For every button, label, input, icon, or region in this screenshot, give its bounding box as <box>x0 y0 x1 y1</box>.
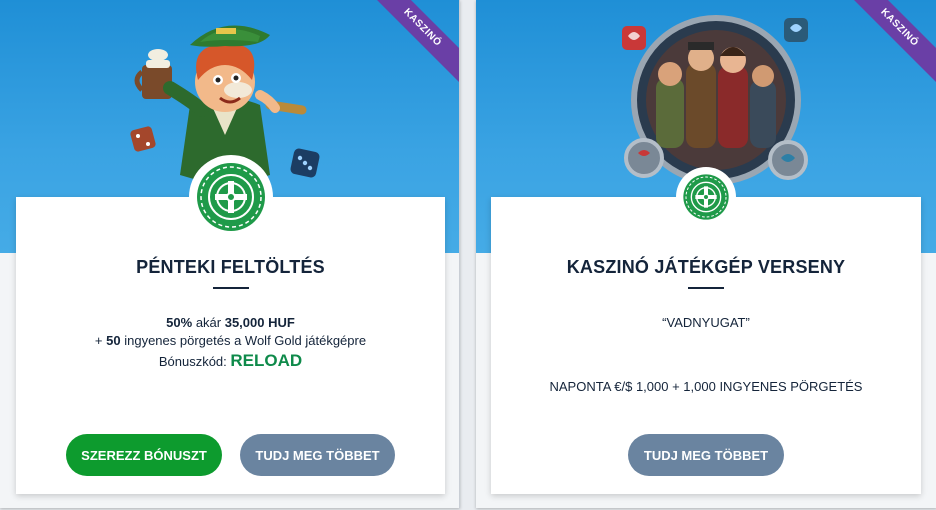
promo-title: PÉNTEKI FELTÖLTÉS <box>136 257 325 277</box>
bonus-code-line: Bónuszkód: RELOAD <box>16 351 445 371</box>
promo-info-card: KASZINÓ JÁTÉKGÉP VERSENY “VADNYUGAT” NAP… <box>491 167 921 494</box>
offer-line-2: + 50 ingyenes pörgetés a Wolf Gold játék… <box>16 333 445 348</box>
wild-west-characters-illustration <box>622 15 808 185</box>
title-divider <box>688 287 724 289</box>
learn-more-button[interactable]: TUDJ MEG TÖBBET <box>240 434 395 476</box>
casino-ribbon: KASZINÓ <box>367 0 459 83</box>
offer-percent: 50% <box>166 315 193 330</box>
roulette-wheel-icon <box>188 155 273 239</box>
offer-line-1: 50% akár 35,000 HUF <box>16 315 445 330</box>
offer-plus: + <box>94 333 107 348</box>
get-bonus-button[interactable]: SZEREZZ BÓNUSZT <box>66 434 222 476</box>
title-divider <box>212 287 249 289</box>
offer-text-1: akár <box>192 315 225 330</box>
casino-ribbon: KASZINÓ <box>844 0 936 83</box>
offer-amount: 35,000 HUF <box>224 315 295 330</box>
learn-more-button[interactable]: TUDJ MEG TÖBBET <box>628 434 784 476</box>
bonus-code-value: RELOAD <box>230 351 303 370</box>
offer-spins: 50 <box>106 333 121 348</box>
offer-text-2: ingyenes pörgetés a Wolf Gold játékgépre <box>120 333 367 348</box>
promo-title: KASZINÓ JÁTÉKGÉP VERSENY <box>566 257 846 277</box>
bonus-code-label: Bónuszkód: <box>158 354 231 369</box>
promo-subtitle: “VADNYUGAT” <box>662 315 750 330</box>
prize-line: NAPONTA €/$ 1,000 + 1,000 INGYENES PÖRGE… <box>549 379 863 394</box>
roulette-wheel-icon <box>676 167 736 227</box>
promo-card-slot-tournament: KASZINÓ KASZINÓ JÁTÉKGÉP VERSENY “VADNYU… <box>476 0 936 508</box>
promo-card-penteki-feltoltes: KASZINÓ PÉNTEKI FELTÖLTÉS 50% akár 35,00… <box>0 0 460 508</box>
promo-info-card: PÉNTEKI FELTÖLTÉS 50% akár 35,000 HUF + … <box>16 155 445 494</box>
